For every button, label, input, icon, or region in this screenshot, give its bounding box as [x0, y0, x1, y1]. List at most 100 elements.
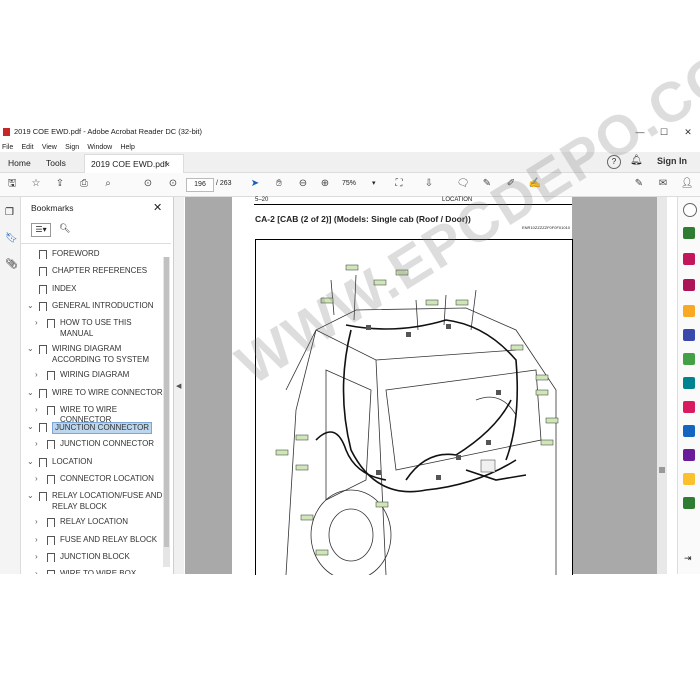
chevron-right-icon[interactable]: ›: [35, 552, 38, 562]
comment-tool-icon[interactable]: [683, 305, 695, 317]
hand-icon[interactable]: ✋︎: [272, 177, 286, 191]
bookmark-list: FOREWORD CHAPTER REFERENCES INDEX ⌄ GENERAL …: [21, 249, 163, 574]
organize-pages-icon[interactable]: [683, 353, 695, 365]
bookmark-item[interactable]: ⌄ GENERAL INTRODUCTION: [21, 301, 163, 316]
email-icon[interactable]: ✉: [656, 177, 670, 191]
chevron-right-icon[interactable]: ›: [35, 370, 38, 380]
bookmark-label: GENERAL INTRODUCTION: [52, 300, 154, 310]
chevron-right-icon[interactable]: ›: [35, 439, 38, 449]
options-menu-icon[interactable]: ☰▾: [31, 223, 51, 237]
save-icon[interactable]: 🖫: [5, 177, 19, 191]
attachment-icon[interactable]: 📎︎: [5, 259, 18, 270]
bookmark-item[interactable]: CHAPTER REFERENCES: [21, 266, 163, 281]
bookmark-item[interactable]: › WIRE TO WIRE BOX: [21, 569, 163, 574]
zoom-select[interactable]: 75% ▾: [342, 178, 380, 190]
create-pdf-icon[interactable]: [683, 253, 695, 265]
bookmark-icon: [39, 267, 47, 277]
bookmark-item[interactable]: › JUNCTION BLOCK: [21, 552, 163, 567]
bookmark-item[interactable]: › JUNCTION CONNECTOR: [21, 439, 163, 454]
tab-document[interactable]: 2019 COE EWD.pdf ×: [84, 154, 184, 173]
protect-icon[interactable]: [683, 425, 695, 437]
chevron-right-icon[interactable]: ›: [35, 474, 38, 484]
select-cursor-icon[interactable]: ➤: [248, 177, 262, 191]
right-tools-rail: ⇥: [677, 197, 700, 574]
bookmark-item[interactable]: FOREWORD: [21, 249, 163, 264]
chevron-down-icon[interactable]: ⌄: [27, 301, 34, 311]
chevron-right-icon[interactable]: ›: [35, 318, 38, 328]
print-icon[interactable]: ⎙: [77, 177, 91, 191]
send-for-signature-icon[interactable]: [683, 449, 695, 461]
bookmark-icon: [39, 457, 47, 467]
zoom-in-icon[interactable]: ⊕: [318, 177, 332, 191]
bookmark-item[interactable]: › WIRING DIAGRAM: [21, 370, 163, 385]
chevron-down-icon[interactable]: ⌄: [27, 388, 34, 398]
expand-tools-icon[interactable]: ⇥: [684, 553, 692, 564]
bookmark-panel-icon[interactable]: 🔖︎: [5, 233, 18, 244]
chevron-right-icon[interactable]: ›: [35, 569, 38, 574]
bookmark-label: FOREWORD: [52, 249, 100, 258]
more-tools-icon[interactable]: [683, 473, 695, 485]
combine-files-icon[interactable]: [683, 329, 695, 341]
menu-file[interactable]: File: [2, 144, 13, 151]
chevron-down-icon[interactable]: ⌄: [27, 344, 34, 354]
chevron-down-icon[interactable]: ⌄: [27, 422, 34, 432]
bookmark-label: JUNCTION CONNECTOR: [52, 422, 153, 435]
bookmark-label: FUSE AND RELAY BLOCK: [60, 534, 158, 544]
menu-edit[interactable]: Edit: [22, 144, 34, 151]
chevron-down-icon[interactable]: ⌄: [27, 491, 34, 501]
page-thumbnails-icon[interactable]: ❐: [5, 207, 14, 218]
chevron-right-icon[interactable]: ›: [35, 517, 38, 527]
next-page-icon[interactable]: ⊙: [166, 177, 180, 191]
bookmark-icon: [47, 570, 55, 574]
chevron-down-icon[interactable]: ⌄: [27, 457, 34, 467]
edit-icon[interactable]: ✎: [632, 177, 646, 191]
find-bookmark-icon[interactable]: 🔍︎: [59, 223, 70, 234]
bookmark-item[interactable]: › HOW TO USE THIS MANUAL: [21, 318, 163, 344]
bookmark-icon: [39, 388, 47, 398]
bookmark-scrollbar[interactable]: [163, 257, 170, 567]
sign-in-button[interactable]: Sign In: [657, 156, 687, 166]
export-pdf-icon[interactable]: [683, 227, 695, 239]
star-icon[interactable]: ☆: [29, 177, 43, 191]
bookmark-item[interactable]: ⌄ JUNCTION CONNECTOR: [21, 422, 163, 437]
tab-close-icon[interactable]: ×: [165, 155, 170, 173]
fit-page-icon[interactable]: ⛶: [392, 177, 406, 191]
tab-tools[interactable]: Tools: [40, 154, 72, 172]
fill-sign-icon[interactable]: [683, 401, 695, 413]
bookmark-label: INDEX: [52, 283, 77, 293]
add-user-icon[interactable]: 👤︎: [680, 177, 694, 191]
bookmark-item[interactable]: ⌄ LOCATION: [21, 457, 163, 472]
close-icon[interactable]: ✕: [153, 201, 162, 214]
scan-icon[interactable]: [683, 497, 695, 509]
zoom-search-icon[interactable]: [683, 203, 697, 217]
bookmark-item[interactable]: INDEX: [21, 284, 163, 299]
bookmark-item[interactable]: ⌄ WIRE TO WIRE CONNECTOR: [21, 388, 163, 403]
page-number-input[interactable]: 196: [186, 178, 214, 192]
chevron-right-icon[interactable]: ›: [35, 405, 38, 415]
document-viewport[interactable]: 5–20 LOCATION CA-2 [CAB (2 of 2)] (Model…: [185, 14, 700, 581]
search-icon[interactable]: ⌕: [101, 177, 115, 191]
bookmark-item[interactable]: › FUSE AND RELAY BLOCK: [21, 535, 163, 550]
menu-view[interactable]: View: [42, 144, 57, 151]
bookmark-label-line2: RELAY BLOCK: [52, 502, 107, 512]
menu-sign[interactable]: Sign: [65, 144, 79, 151]
menu-help[interactable]: Help: [120, 144, 134, 151]
bookmark-label: WIRE TO WIRE BOX: [60, 569, 137, 574]
document-scrollbar[interactable]: [657, 197, 667, 574]
scroll-mode-icon[interactable]: ⇩: [422, 177, 436, 191]
bookmark-item[interactable]: ⌄ RELAY LOCATION/FUSE AND RELAY BLOCK: [21, 491, 163, 517]
edit-pdf-icon[interactable]: [683, 279, 695, 291]
upload-icon[interactable]: ⇪: [53, 177, 67, 191]
panel-splitter[interactable]: ◀: [174, 197, 184, 574]
prev-page-icon[interactable]: ⊙: [141, 177, 155, 191]
bookmark-item[interactable]: › RELAY LOCATION: [21, 517, 163, 532]
bookmark-item[interactable]: ⌄ WIRING DIAGRAM ACCORDING TO SYSTEM: [21, 344, 163, 370]
bookmark-item[interactable]: › WIRE TO WIRE CONNECTOR: [21, 405, 163, 424]
chevron-right-icon[interactable]: ›: [35, 535, 38, 545]
tab-home[interactable]: Home: [2, 154, 37, 172]
zoom-out-icon[interactable]: ⊖: [296, 177, 310, 191]
tab-document-label: 2019 COE EWD.pdf: [91, 159, 168, 169]
menu-window[interactable]: Window: [87, 144, 112, 151]
compress-icon[interactable]: [683, 377, 695, 389]
bookmark-item[interactable]: › CONNECTOR LOCATION: [21, 474, 163, 489]
